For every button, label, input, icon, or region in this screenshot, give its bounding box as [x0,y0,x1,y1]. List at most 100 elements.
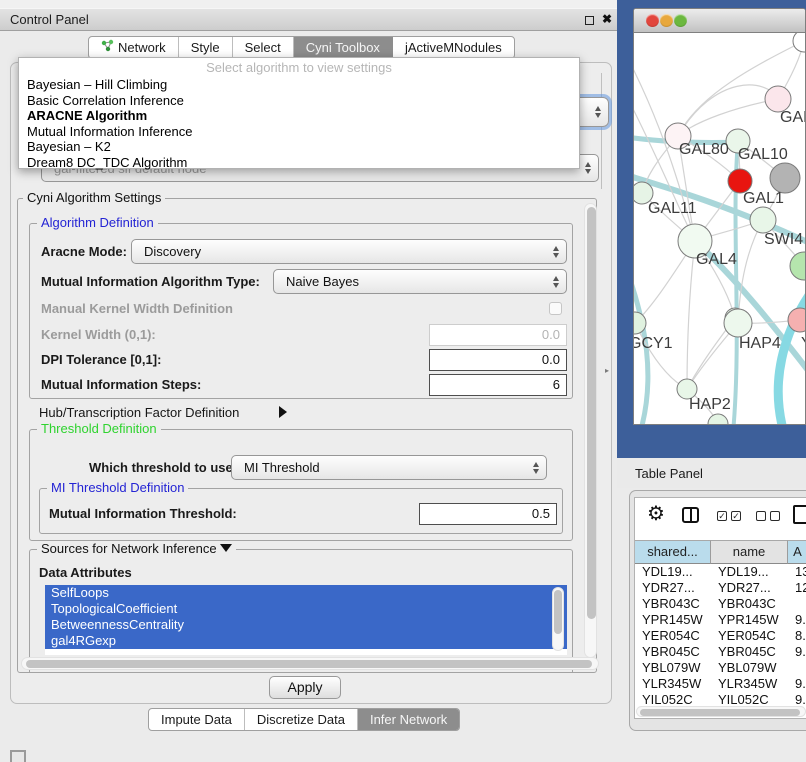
network-node[interactable] [708,414,728,425]
close-icon[interactable]: ✖ [602,12,612,26]
table-cell[interactable]: 9. [788,676,806,692]
tab-style[interactable]: Style [179,37,233,58]
table-cell[interactable]: YPR145W [635,612,711,628]
algorithm-option[interactable]: Bayesian – K2 [19,139,579,155]
threshold-definition-title: Threshold Definition [37,422,161,436]
network-canvas[interactable]: GALGAL80GAL10GAL11GAL1SWI4GAL4GCY1HAP4YH… [634,33,806,425]
splitter-grip[interactable]: ▸ [605,366,610,375]
network-window-titlebar[interactable] [634,9,805,33]
close-light[interactable] [646,14,659,27]
table-cell[interactable]: YDR27... [711,580,788,596]
tab-network[interactable]: Network [89,37,179,58]
table-cell[interactable]: YLR345W [711,676,788,692]
table-cell[interactable]: 13 [788,564,806,580]
table-cell[interactable]: YER054C [711,628,788,644]
column-header[interactable]: A [788,540,806,564]
float-window-icon[interactable] [585,16,594,25]
list-scrollbar[interactable] [552,587,564,651]
network-node[interactable] [750,207,776,233]
table-cell[interactable]: YBL079W [711,660,788,676]
table-cell[interactable]: YPR145W [711,612,788,628]
network-node[interactable] [724,309,752,337]
column-header[interactable]: name [711,540,788,564]
table-cell[interactable]: YDL19... [711,564,788,580]
table-cell[interactable]: YBR045C [635,644,711,660]
zoom-light[interactable] [674,14,687,27]
node-label: GAL11 [648,200,697,217]
mi-type-combo[interactable]: Naive Bayes [273,269,567,294]
checked-box-icon[interactable]: ✓ [731,511,741,521]
aracne-mode-combo[interactable]: Discovery [131,239,567,264]
table-cell[interactable]: 8. [788,628,806,644]
collapse-arrow-icon[interactable] [220,544,232,552]
manual-kernel-checkbox[interactable] [549,302,562,315]
kernel-width-field[interactable]: 0.0 [429,324,567,346]
table-row[interactable]: YBL079WYBL079W [635,660,806,676]
table-cell[interactable]: YBR045C [711,644,788,660]
unchecked-box-icon[interactable] [756,511,766,521]
column-header[interactable]: shared... [635,540,711,564]
tab-jactivemnodules[interactable]: jActiveMNodules [393,37,514,58]
table-cell[interactable]: 12 [788,580,806,596]
table-cell[interactable]: YBR043C [635,596,711,612]
tab-cyni-toolbox[interactable]: Cyni Toolbox [294,37,393,58]
table-row[interactable]: YDR27...YDR27...12 [635,580,806,596]
table-cell[interactable]: YBR043C [711,596,788,612]
tab-select[interactable]: Select [233,37,294,58]
table-cell[interactable]: 9. [788,612,806,628]
settings-horizontal-scrollbar[interactable] [21,657,599,670]
algorithm-option[interactable]: Mutual Information Inference [19,124,579,140]
algorithm-option[interactable]: Basic Correlation Inference [19,93,579,109]
network-edge [678,85,778,136]
attribute-item[interactable]: SelfLoops [45,585,567,601]
table-row[interactable]: YDL19...YDL19...13 [635,564,806,580]
table-horizontal-scrollbar[interactable] [636,706,806,717]
data-attributes-list[interactable]: SelfLoopsTopologicalCoefficientBetweenne… [45,585,567,655]
mi-threshold-field[interactable]: 0.5 [419,503,557,525]
table-row[interactable]: YLR345WYLR345W9. [635,676,806,692]
column-split-icon[interactable] [682,507,699,523]
algorithm-option[interactable]: ARACNE Algorithm [19,108,579,124]
attribute-item[interactable]: gal4RGexp [45,633,567,649]
cut-button[interactable] [10,750,26,762]
table-cell[interactable]: YDR27... [635,580,711,596]
mi-type-label: Mutual Information Algorithm Type: [41,269,260,294]
table-cell[interactable]: YLR345W [635,676,711,692]
unchecked-box-icon[interactable] [770,511,780,521]
table-cell[interactable] [788,596,806,612]
table-row[interactable]: YBR043CYBR043C [635,596,806,612]
page-icon[interactable] [793,505,806,524]
table-cell[interactable] [788,660,806,676]
tab-label: jActiveMNodules [405,37,502,58]
table-row[interactable]: YBR045CYBR045C9. [635,644,806,660]
hub-section-label[interactable]: Hub/Transcription Factor Definition [39,405,239,420]
gear-icon[interactable]: ⚙ [647,504,665,524]
table-cell[interactable]: YDL19... [635,564,711,580]
mi-steps-field[interactable]: 6 [429,374,567,396]
apply-button[interactable]: Apply [269,676,341,699]
table-cell[interactable]: YER054C [635,628,711,644]
table-cell[interactable]: 9. [788,644,806,660]
minimize-light[interactable] [660,14,673,27]
desktop-background: GALGAL80GAL10GAL11GAL1SWI4GAL4GCY1HAP4YH… [617,0,806,458]
tab-infer-network[interactable]: Infer Network [358,709,459,730]
network-node[interactable] [770,163,800,193]
attribute-item[interactable]: BetweennessCentrality [45,617,567,633]
expand-arrow-icon[interactable] [279,406,287,418]
tab-discretize-data[interactable]: Discretize Data [245,709,358,730]
algorithm-option[interactable]: Dream8 DC_TDC Algorithm [19,155,579,171]
tab-label: Select [245,37,281,58]
settings-vertical-scrollbar[interactable] [584,203,597,658]
algorithm-option[interactable]: Bayesian – Hill Climbing [19,77,579,93]
checked-box-icon[interactable]: ✓ [717,511,727,521]
table-row[interactable]: YPR145WYPR145W9. [635,612,806,628]
attribute-item[interactable]: TopologicalCoefficient [45,601,567,617]
network-node[interactable] [793,33,806,52]
table-row[interactable]: YER054CYER054C8. [635,628,806,644]
network-node[interactable] [790,252,806,280]
which-threshold-combo[interactable]: MI Threshold [231,455,547,480]
node-label: HAP2 [689,396,731,413]
dpi-tolerance-field[interactable]: 0.0 [429,349,567,371]
table-cell[interactable]: YBL079W [635,660,711,676]
tab-impute-data[interactable]: Impute Data [149,709,245,730]
